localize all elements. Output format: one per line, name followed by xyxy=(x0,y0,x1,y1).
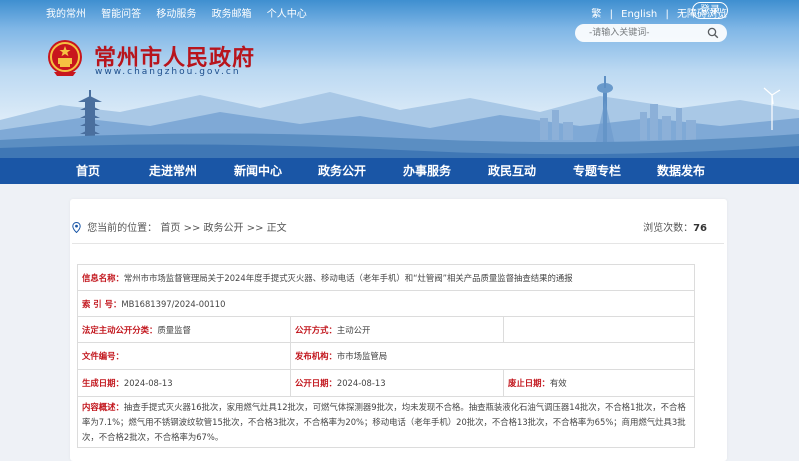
search-box xyxy=(575,24,727,42)
view-count: 浏览次数：76 xyxy=(643,219,707,234)
hero-banner: 我的常州 智能问答 移动服务 政务邮箱 个人中心 繁 | English | 无… xyxy=(0,0,799,158)
publisher-value: 市市场监管局 xyxy=(336,351,388,361)
breadcrumb-prefix: 您当前的位置： xyxy=(87,223,158,234)
table-row: 内容概述：抽查手提式灭火器16批次，家用燃气灶具12批次，可燃气体探测器9批次，… xyxy=(76,396,696,448)
doc-no-label: 文件编号： xyxy=(82,351,124,361)
open-date-label: 公开日期： xyxy=(295,378,337,388)
breadcrumb-separator: >> xyxy=(183,223,201,234)
table-row: 索 引 号：MB1681397/2024-00110 xyxy=(76,290,696,317)
top-bar: 我的常州 智能问答 移动服务 政务邮箱 个人中心 繁 | English | 无… xyxy=(0,0,799,24)
site-url: www.changzhou.gov.cn xyxy=(95,67,241,77)
top-link-my-changzhou[interactable]: 我的常州 xyxy=(46,9,86,20)
category-label: 法定主动公开分类： xyxy=(82,324,158,335)
index-no-value: MB1681397/2024-00110 xyxy=(121,298,226,309)
info-name-value: 常州市市场监督管理局关于2024年度手提式灭火器、移动电话（老年手机）和“灶管阀… xyxy=(123,272,573,283)
created-date-value: 2024-08-13 xyxy=(123,378,173,388)
created-date-label: 生成日期： xyxy=(82,378,124,388)
validity-value: 有效 xyxy=(549,378,567,388)
top-link-smart-qa[interactable]: 智能问答 xyxy=(101,9,141,20)
publisher-label: 发布机构： xyxy=(295,351,337,361)
table-cell xyxy=(502,316,696,343)
table-cell: 发布机构：市市场监管局 xyxy=(289,342,696,370)
divider: | xyxy=(609,9,613,20)
lang-english-link[interactable]: English xyxy=(621,9,657,20)
table-row: 文件编号： 发布机构：市市场监管局 xyxy=(77,342,696,370)
nav-item-data-release[interactable]: 数据发布 xyxy=(641,158,721,184)
lang-traditional-link[interactable]: 繁 xyxy=(591,9,601,20)
metadata-table: 信息名称：常州市市场监督管理局关于2024年度手提式灭火器、移动电话（老年手机）… xyxy=(76,264,696,448)
table-row: 法定主动公开分类：质量监督 公开方式：主动公开 xyxy=(77,316,696,343)
table-cell: 公开日期：2024-08-13 xyxy=(290,369,504,397)
nav-item-services[interactable]: 办事服务 xyxy=(387,158,467,184)
table-cell: 索 引 号：MB1681397/2024-00110 xyxy=(76,290,696,317)
divider: | xyxy=(665,9,669,20)
table-cell: 废止日期：有效 xyxy=(502,369,696,397)
nav-item-about-changzhou[interactable]: 走进常州 xyxy=(133,158,213,184)
main-nav: 首页 走进常州 新闻中心 政务公开 办事服务 政民互动 专题专栏 数据发布 xyxy=(0,158,799,184)
nav-item-topics[interactable]: 专题专栏 xyxy=(557,158,637,184)
table-cell: 信息名称：常州市市场监督管理局关于2024年度手提式灭火器、移动电话（老年手机）… xyxy=(76,264,696,291)
index-no-label: 索 引 号： xyxy=(82,298,122,309)
nav-item-home[interactable]: 首页 xyxy=(48,158,128,184)
view-count-label: 浏览次数： xyxy=(643,223,694,234)
divider xyxy=(72,243,724,244)
table-cell: 内容概述：抽查手提式灭火器16批次，家用燃气灶具12批次，可燃气体探测器9批次，… xyxy=(76,396,696,448)
breadcrumb-current: 正文 xyxy=(266,223,287,234)
content-summary-label: 内容概述： xyxy=(82,401,124,412)
open-mode-label: 公开方式： xyxy=(295,324,337,335)
top-link-mobile-service[interactable]: 移动服务 xyxy=(156,9,196,20)
breadcrumb: 您当前的位置： 首页 >> 政务公开 >> 正文 xyxy=(72,219,287,234)
table-cell: 文件编号： xyxy=(77,342,291,370)
info-name-label: 信息名称： xyxy=(82,272,124,283)
login-button[interactable]: 登录 xyxy=(692,2,728,19)
table-cell: 公开方式：主动公开 xyxy=(290,316,504,343)
table-row: 信息名称：常州市市场监督管理局关于2024年度手提式灭火器、移动电话（老年手机）… xyxy=(76,264,696,291)
table-row: 生成日期：2024-08-13 公开日期：2024-08-13 废止日期：有效 xyxy=(77,369,696,397)
breadcrumb-home[interactable]: 首页 xyxy=(160,223,180,234)
search-icon[interactable] xyxy=(707,27,719,39)
top-link-personal-center[interactable]: 个人中心 xyxy=(267,9,307,20)
breadcrumb-gov-affairs[interactable]: 政务公开 xyxy=(204,223,244,234)
view-count-value: 76 xyxy=(693,223,707,234)
table-cell: 生成日期：2024-08-13 xyxy=(77,369,291,397)
breadcrumb-separator: >> xyxy=(246,223,264,234)
nav-item-news-center[interactable]: 新闻中心 xyxy=(218,158,298,184)
top-links: 我的常州 智能问答 移动服务 政务邮箱 个人中心 xyxy=(46,5,319,20)
search-input[interactable] xyxy=(587,27,701,39)
category-value: 质量监督 xyxy=(157,324,191,335)
content-summary-value: 抽查手提式灭火器16批次，家用燃气灶具12批次，可燃气体探测器9批次，均未发现不… xyxy=(82,401,686,442)
top-link-gov-mail[interactable]: 政务邮箱 xyxy=(212,9,252,20)
validity-label: 废止日期： xyxy=(508,378,550,388)
location-pin-icon xyxy=(72,222,81,233)
table-cell: 法定主动公开分类：质量监督 xyxy=(77,316,291,343)
national-emblem-icon xyxy=(48,40,82,76)
open-date-value: 2024-08-13 xyxy=(336,378,386,388)
nav-item-gov-affairs[interactable]: 政务公开 xyxy=(302,158,382,184)
nav-item-interaction[interactable]: 政民互动 xyxy=(472,158,552,184)
open-mode-value: 主动公开 xyxy=(336,324,371,335)
